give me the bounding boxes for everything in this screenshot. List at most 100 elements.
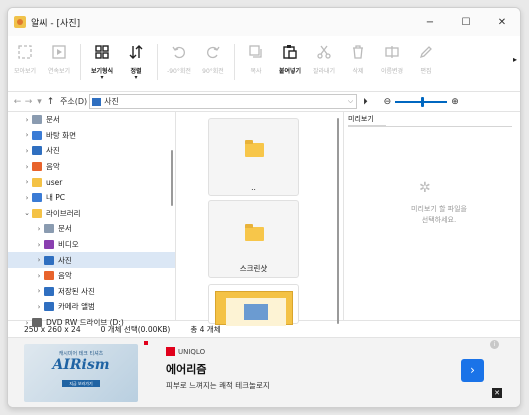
folder-icon xyxy=(32,193,42,203)
rotate-left-button[interactable]: -90°회전 xyxy=(162,42,196,75)
minimize-button[interactable]: − xyxy=(412,17,448,28)
zoom-in-button[interactable]: ⊕ xyxy=(451,97,459,107)
rename-button[interactable]: 이름변경 xyxy=(375,42,409,75)
expand-chevron-icon[interactable]: › xyxy=(34,241,44,249)
expand-chevron-icon[interactable]: › xyxy=(22,116,32,124)
up-button[interactable]: ↑ xyxy=(45,97,56,107)
tree-item[interactable]: › 저장된 사진 xyxy=(8,284,175,300)
image-thumbnail xyxy=(215,291,293,326)
ad-info-icon[interactable]: i xyxy=(490,340,499,349)
cut-icon xyxy=(314,42,334,62)
tree-item[interactable]: › 내 PC xyxy=(8,190,175,206)
tree-item[interactable]: › 음악 xyxy=(8,159,175,175)
paste-icon xyxy=(280,42,300,62)
expand-chevron-icon[interactable]: › xyxy=(22,194,32,202)
address-bar: ← → ▾ ↑ 주소(D) 사진 ⌵ ⏵ ⊖ ⊕ xyxy=(8,92,520,112)
tree-item-label: 저장된 사진 xyxy=(58,286,95,296)
back-button[interactable]: ← xyxy=(12,97,23,107)
loading-icon: ✲ xyxy=(419,180,431,196)
expand-chevron-icon[interactable]: › xyxy=(22,147,32,155)
toolbar-more-button[interactable]: ▸ xyxy=(510,46,520,72)
expand-chevron-icon[interactable]: › xyxy=(34,272,44,280)
edit-icon xyxy=(416,42,436,62)
file-caption: .. xyxy=(251,183,256,192)
zoom-out-button[interactable]: ⊖ xyxy=(384,97,392,107)
copy-icon xyxy=(246,42,266,62)
toolbar-label: 편집 xyxy=(420,68,432,75)
view-format-button[interactable]: 보기형식 ▾ xyxy=(85,42,119,81)
edit-button[interactable]: 편집 xyxy=(409,42,443,75)
file-caption: 스크린샷 xyxy=(239,264,268,273)
paste-button[interactable]: 붙여넣기 xyxy=(273,42,307,75)
expand-chevron-icon[interactable]: ⌄ xyxy=(22,209,32,217)
recent-locations-button[interactable]: ▾ xyxy=(34,97,45,107)
folder-icon xyxy=(44,302,54,312)
folder-icon xyxy=(44,271,54,281)
tree-item[interactable]: › 음악 xyxy=(8,268,175,284)
expand-chevron-icon[interactable]: › xyxy=(34,287,44,295)
file-tile-image[interactable] xyxy=(208,284,299,326)
ad-title[interactable]: 에어리즘 xyxy=(166,361,206,377)
tree-item[interactable]: › DVD RW 드라이브 (D:) xyxy=(8,315,175,331)
zoom-slider[interactable] xyxy=(395,96,448,107)
tree-item[interactable]: › user xyxy=(8,174,175,190)
ad-description: 피부로 느껴지는 쾌적 테크놀로지 xyxy=(166,381,270,390)
expand-chevron-icon[interactable]: › xyxy=(34,303,44,311)
tree-item[interactable]: ⌄ 라이브러리 xyxy=(8,206,175,222)
toolbar: 모아보기 연속보기 보기형식 ▾ 정렬 ▾ -90°회전 90°회전 복사 붙여… xyxy=(8,36,520,92)
expand-chevron-icon[interactable]: › xyxy=(22,131,32,139)
tree-item-label: 내 PC xyxy=(46,193,66,203)
toolbar-label: 복사 xyxy=(250,68,262,75)
expand-chevron-icon[interactable]: › xyxy=(22,178,32,186)
folder-tree: › 문서 › 바탕 화면 › 사진 › 음악 › user › 내 PC ⌄ 라이브러리 › 문서 › 비디오 › 사… xyxy=(8,112,176,328)
address-input[interactable]: 사진 ⌵ xyxy=(89,94,358,109)
file-tile-screenshots[interactable]: 스크린샷 xyxy=(208,200,299,278)
toolbar-label: 90°회전 xyxy=(202,68,224,75)
ad-banner[interactable]: 캐시미어 테크 티셔츠 AIRism 지금 보러가기 UNIQLO 에어리즘 피… xyxy=(8,337,520,407)
tree-scrollbar[interactable] xyxy=(171,150,173,206)
file-list-scrollbar[interactable] xyxy=(337,118,339,324)
maximize-button[interactable]: ☐ xyxy=(448,17,484,28)
toolbar-label: 모아보기 xyxy=(13,68,37,75)
copy-button[interactable]: 복사 xyxy=(239,42,273,75)
tree-item[interactable]: › 문서 xyxy=(8,221,175,237)
toolbar-divider xyxy=(80,44,81,80)
ad-cta-button[interactable]: › xyxy=(461,359,484,382)
continuous-view-button[interactable]: 연속보기 xyxy=(42,42,76,75)
tree-item[interactable]: › 사진 xyxy=(8,252,175,268)
folder-icon xyxy=(245,224,264,241)
tree-item-label: 음악 xyxy=(58,271,72,281)
tab-preview[interactable]: 미리보기 xyxy=(348,114,386,126)
tree-item-label: 문서 xyxy=(46,115,60,125)
cut-button[interactable]: 잘라내기 xyxy=(307,42,341,75)
rotate-left-icon xyxy=(169,42,189,62)
folder-icon xyxy=(32,146,42,156)
preview-pane: 미리보기 ✲ 미리보기 할 파일을 선택하세요. xyxy=(344,112,520,320)
preview-message-line: 선택하세요. xyxy=(421,216,457,224)
expand-chevron-icon[interactable]: › xyxy=(22,163,32,171)
forward-button[interactable]: → xyxy=(23,97,34,107)
folder-icon xyxy=(44,286,54,296)
tree-item[interactable]: › 카메라 앨범 xyxy=(8,299,175,315)
go-button[interactable]: ⏵ xyxy=(363,97,368,107)
toolbar-divider xyxy=(157,44,158,80)
sort-button[interactable]: 정렬 ▾ xyxy=(119,42,153,81)
close-button[interactable]: ✕ xyxy=(484,17,520,28)
tree-item[interactable]: › 바탕 화면 xyxy=(8,128,175,144)
address-dropdown-button[interactable]: ⌵ xyxy=(348,97,353,106)
expand-chevron-icon[interactable]: › xyxy=(34,256,44,264)
expand-chevron-icon[interactable]: › xyxy=(34,225,44,233)
tree-item[interactable]: › 비디오 xyxy=(8,237,175,253)
ad-image[interactable]: 캐시미어 테크 티셔츠 AIRism 지금 보러가기 xyxy=(24,344,138,402)
ad-image-badge: 지금 보러가기 xyxy=(62,380,100,387)
folder-icon xyxy=(44,240,54,250)
tree-item[interactable]: › 문서 xyxy=(8,112,175,128)
expand-chevron-icon[interactable]: › xyxy=(22,319,32,327)
rotate-right-button[interactable]: 90°회전 xyxy=(196,42,230,75)
delete-button[interactable]: 삭제 xyxy=(341,42,375,75)
tree-item[interactable]: › 사진 xyxy=(8,143,175,159)
ad-close-button[interactable]: ✕ xyxy=(492,388,502,398)
toolbar-label: 이름변경 xyxy=(380,68,404,75)
file-tile-parent[interactable]: .. xyxy=(208,118,299,196)
slideshow-view-button[interactable]: 모아보기 xyxy=(8,42,42,75)
